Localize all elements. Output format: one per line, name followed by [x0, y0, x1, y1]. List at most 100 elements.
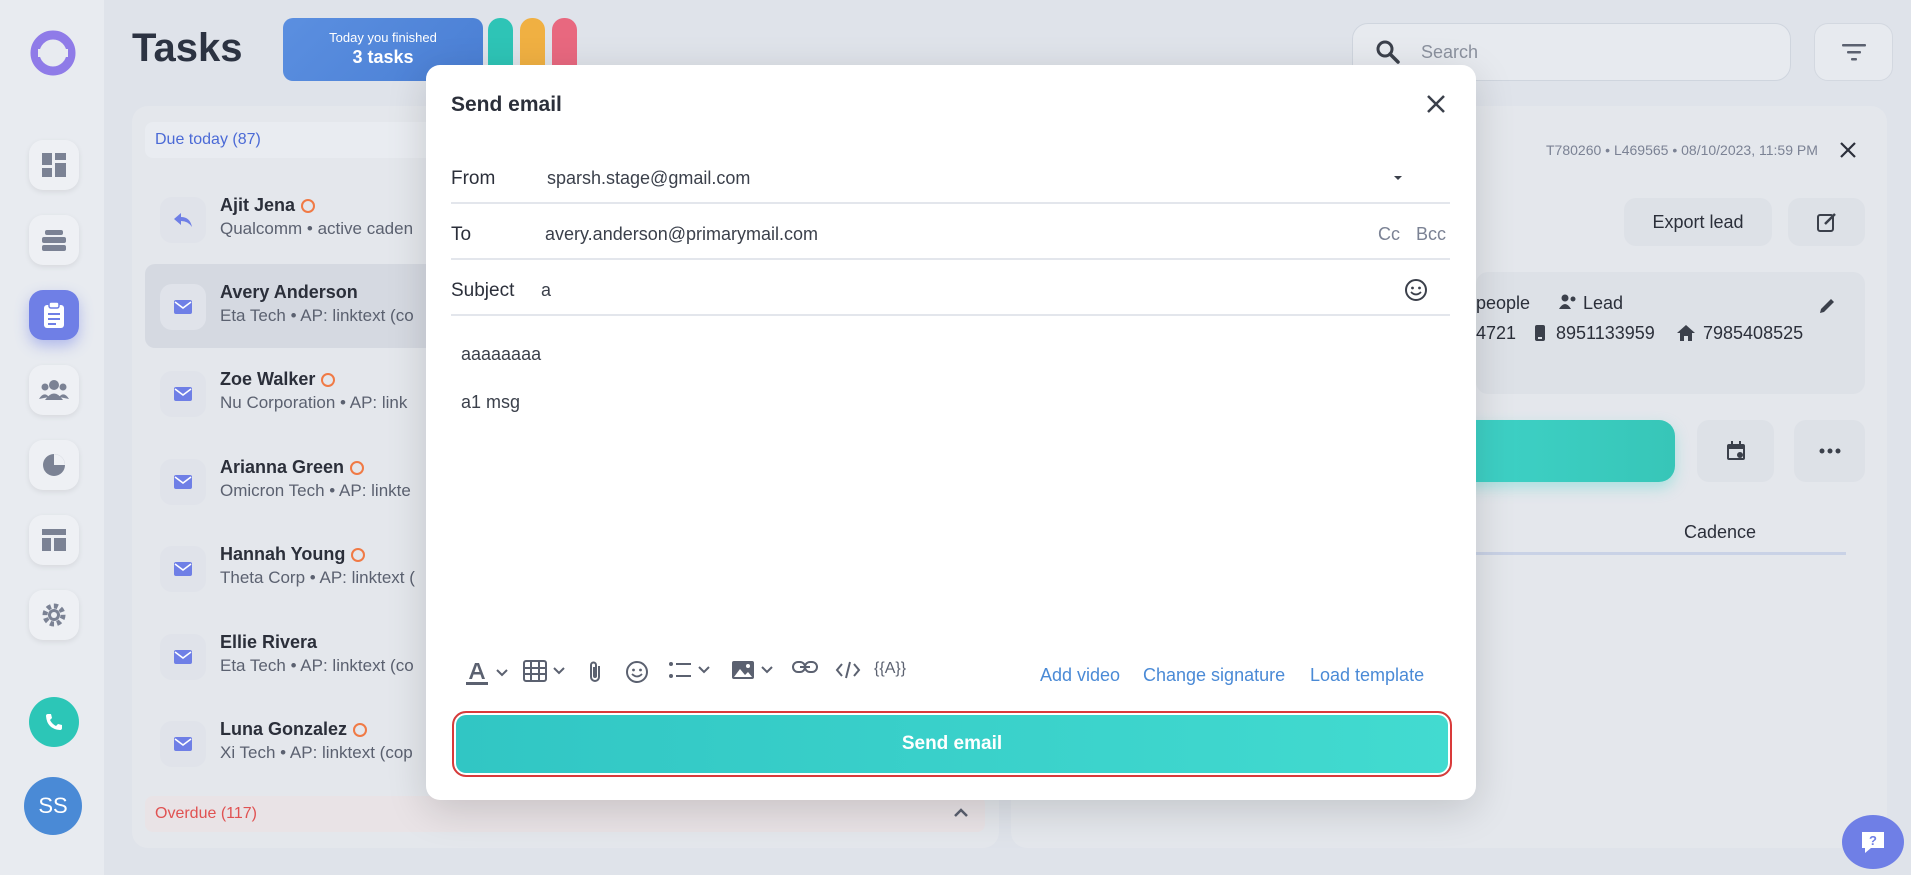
- tab-cadence[interactable]: Cadence: [1684, 522, 1756, 543]
- overdue-header[interactable]: Overdue (117): [145, 796, 985, 832]
- chevron-down-icon: [496, 669, 508, 677]
- home-icon: [1676, 324, 1696, 342]
- more-options-button[interactable]: [1794, 420, 1865, 482]
- task-name: Arianna Green: [220, 457, 345, 477]
- subject-input[interactable]: a: [541, 280, 551, 301]
- lead-type-label: Lead: [1583, 293, 1624, 313]
- help-icon: ?: [1862, 832, 1884, 853]
- divider: [451, 202, 1450, 204]
- overdue-label: Overdue (117): [155, 805, 257, 822]
- mail-icon: [160, 459, 206, 505]
- lead-phone-partial: 4721: [1476, 323, 1517, 343]
- email-body-editor[interactable]: aaaaaaaa a1 msg: [461, 340, 1441, 630]
- filter-icon: [1841, 44, 1866, 61]
- tasks-clipboard-icon[interactable]: [29, 290, 79, 340]
- table-button[interactable]: [523, 660, 565, 682]
- layout-template-icon[interactable]: [29, 515, 79, 565]
- edit-icon: [1816, 213, 1836, 232]
- load-template-link[interactable]: Load template: [1310, 665, 1424, 686]
- user-avatar[interactable]: SS: [24, 777, 82, 835]
- lead-type-icon: [1558, 294, 1578, 310]
- task-subtitle: Xi Tech • AP: linktext (cop: [220, 743, 413, 762]
- phone-icon: [46, 714, 62, 730]
- task-name: Avery Anderson: [220, 282, 358, 302]
- settings-gear-icon[interactable]: [29, 590, 79, 640]
- filter-button[interactable]: [1814, 23, 1893, 81]
- task-name: Luna Gonzalez: [220, 719, 348, 739]
- task-subtitle: Eta Tech • AP: linktext (co: [220, 306, 414, 325]
- search-placeholder: Search: [1421, 42, 1479, 62]
- layers-icon[interactable]: [29, 215, 79, 265]
- task-name: Ajit Jena: [220, 195, 296, 215]
- svg-text:?: ?: [1869, 833, 1877, 848]
- text-color-icon: [466, 663, 488, 685]
- people-icon[interactable]: [29, 365, 79, 415]
- add-video-link[interactable]: Add video: [1040, 665, 1120, 686]
- mail-icon: [160, 284, 206, 330]
- from-select[interactable]: sparsh.stage@gmail.com: [547, 168, 750, 189]
- code-icon[interactable]: [835, 660, 861, 680]
- page-title: Tasks: [132, 26, 243, 70]
- close-lead-icon[interactable]: [1838, 140, 1858, 160]
- to-field[interactable]: avery.anderson@primarymail.com: [545, 224, 818, 245]
- modal-title: Send email: [451, 93, 562, 116]
- calendar-icon: [1726, 441, 1745, 460]
- phone-call-button[interactable]: [29, 697, 79, 747]
- task-subtitle: Nu Corporation • AP: link: [220, 393, 408, 412]
- edit-pencil-icon[interactable]: [1817, 296, 1837, 316]
- mail-icon: [160, 546, 206, 592]
- hot-lead-icon: [351, 548, 366, 562]
- edit-lead-button[interactable]: [1788, 198, 1865, 246]
- cc-button[interactable]: Cc: [1378, 224, 1400, 245]
- mail-icon: [160, 371, 206, 417]
- mobile-icon: [1534, 324, 1546, 342]
- lead-mobile: 8951133959: [1556, 323, 1655, 343]
- task-name: Ellie Rivera: [220, 632, 318, 652]
- help-chat-button[interactable]: ?: [1842, 815, 1904, 869]
- chevron-up-icon: [953, 808, 969, 818]
- send-email-label: Send email: [901, 733, 1003, 754]
- attachment-icon[interactable]: [587, 660, 603, 684]
- send-email-modal: Send email From sparsh.stage@gmail.com T…: [426, 65, 1476, 800]
- tab-underline: [1440, 552, 1846, 555]
- pie-chart-icon[interactable]: [29, 440, 79, 490]
- text-color-button[interactable]: [464, 660, 508, 686]
- task-subtitle: Omicron Tech • AP: linkte: [220, 481, 411, 500]
- link-icon[interactable]: [792, 660, 818, 674]
- table-icon: [523, 660, 547, 682]
- dashboard-icon[interactable]: [29, 140, 79, 190]
- mail-icon: [160, 721, 206, 767]
- task-subtitle: Qualcomm • active caden: [220, 219, 414, 238]
- task-name: Zoe Walker: [220, 369, 316, 389]
- export-lead-button[interactable]: Export lead: [1624, 198, 1772, 246]
- app-logo-icon: [28, 28, 78, 78]
- task-name: Hannah Young: [220, 544, 346, 564]
- ellipsis-icon: [1819, 448, 1840, 454]
- from-label: From: [451, 168, 496, 189]
- image-button[interactable]: [731, 660, 773, 680]
- subject-label: Subject: [451, 280, 515, 301]
- hot-lead-icon: [301, 199, 316, 213]
- emoji-icon[interactable]: [625, 660, 649, 684]
- list-button[interactable]: [668, 660, 710, 680]
- schedule-button[interactable]: [1697, 420, 1774, 482]
- today-finished-label: Today you finished: [329, 30, 437, 45]
- task-subtitle: Theta Corp • AP: linktext (: [220, 568, 415, 587]
- search-icon: [1375, 39, 1401, 65]
- mail-icon: [160, 634, 206, 680]
- close-modal-icon[interactable]: [1425, 93, 1447, 115]
- variable-button[interactable]: {{A}}: [874, 660, 906, 678]
- image-icon: [732, 661, 754, 679]
- emoji-icon[interactable]: [1404, 278, 1428, 302]
- change-signature-link[interactable]: Change signature: [1143, 665, 1285, 686]
- lead-people-text: people: [1476, 293, 1531, 313]
- body-line: aaaaaaaa: [461, 344, 542, 364]
- due-today-label: Due today (87): [155, 131, 261, 148]
- hot-lead-icon: [353, 723, 368, 737]
- reply-icon: [160, 197, 206, 243]
- chevron-down-icon[interactable]: [1393, 175, 1403, 181]
- send-email-button[interactable]: Send email: [452, 711, 1452, 777]
- bullet-list-icon: [669, 662, 691, 678]
- bcc-button[interactable]: Bcc: [1416, 224, 1446, 245]
- to-label: To: [451, 224, 472, 245]
